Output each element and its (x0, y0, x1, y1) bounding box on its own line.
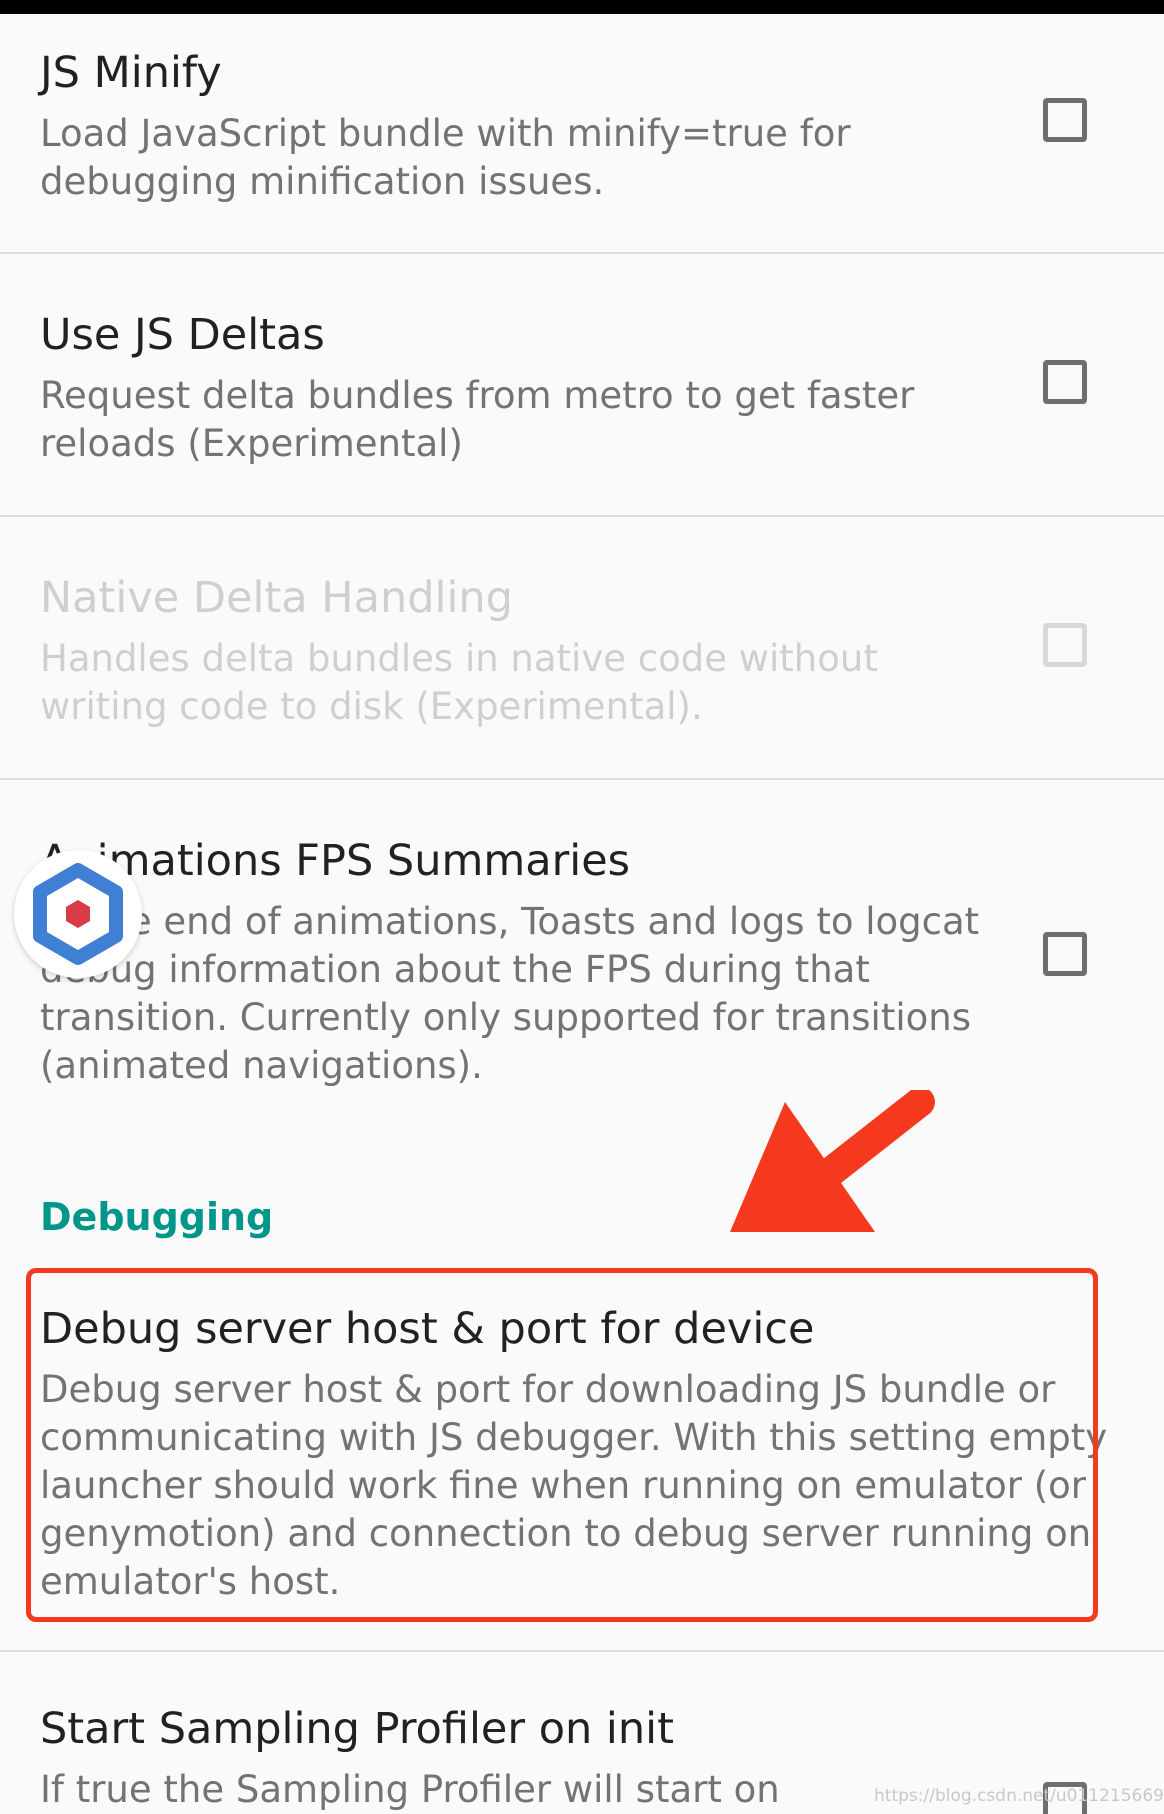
pref-js-minify[interactable]: JS Minify Load JavaScript bundle with mi… (0, 14, 1164, 254)
pref-summary-line: debugging minification issues. (40, 160, 605, 203)
hexagon-logo-icon (33, 863, 123, 965)
pref-summary-line: Load JavaScript bundle with minify=true … (40, 112, 851, 155)
pref-summary-line: debug information about the FPS during t… (40, 948, 870, 991)
pref-summary-line: (animated navigations). (40, 1044, 483, 1087)
use-js-deltas-checkbox[interactable] (1043, 360, 1087, 404)
pref-title: JS Minify (40, 48, 222, 98)
pref-summary-line: At the end of animations, Toasts and log… (40, 900, 980, 943)
pref-summary-line: If true the Sampling Profiler will start… (40, 1768, 780, 1811)
pref-summary-line: reloads (Experimental) (40, 422, 463, 465)
pref-title: Start Sampling Profiler on init (40, 1704, 674, 1754)
pref-animations-fps-summaries[interactable]: Animations FPS Summaries At the end of a… (0, 780, 1164, 1140)
native-delta-handling-checkbox (1043, 623, 1087, 667)
animations-fps-checkbox[interactable] (1043, 932, 1087, 976)
pref-title: Native Delta Handling (40, 573, 513, 623)
pref-summary-line: transition. Currently only supported for… (40, 996, 971, 1039)
pref-use-js-deltas[interactable]: Use JS Deltas Request delta bundles from… (0, 254, 1164, 516)
pref-title: Use JS Deltas (40, 310, 325, 360)
annotation-arrow-icon (730, 1090, 935, 1232)
watermark-text: https://blog.csdn.net/u011215669 (874, 1786, 1164, 1806)
status-bar-strip (0, 0, 1164, 14)
settings-screen: JS Minify Load JavaScript bundle with mi… (0, 0, 1164, 1814)
js-minify-checkbox[interactable] (1043, 98, 1087, 142)
floating-app-logo[interactable] (14, 850, 142, 978)
category-header-debugging: Debugging (40, 1195, 274, 1239)
pref-summary-line: writing code to disk (Experimental). (40, 685, 703, 728)
pref-summary-line: Handles delta bundles in native code wit… (40, 637, 878, 680)
pref-native-delta-handling: Native Delta Handling Handles delta bund… (0, 517, 1164, 779)
annotation-highlight-box (26, 1268, 1098, 1622)
pref-summary-line: Request delta bundles from metro to get … (40, 374, 915, 417)
